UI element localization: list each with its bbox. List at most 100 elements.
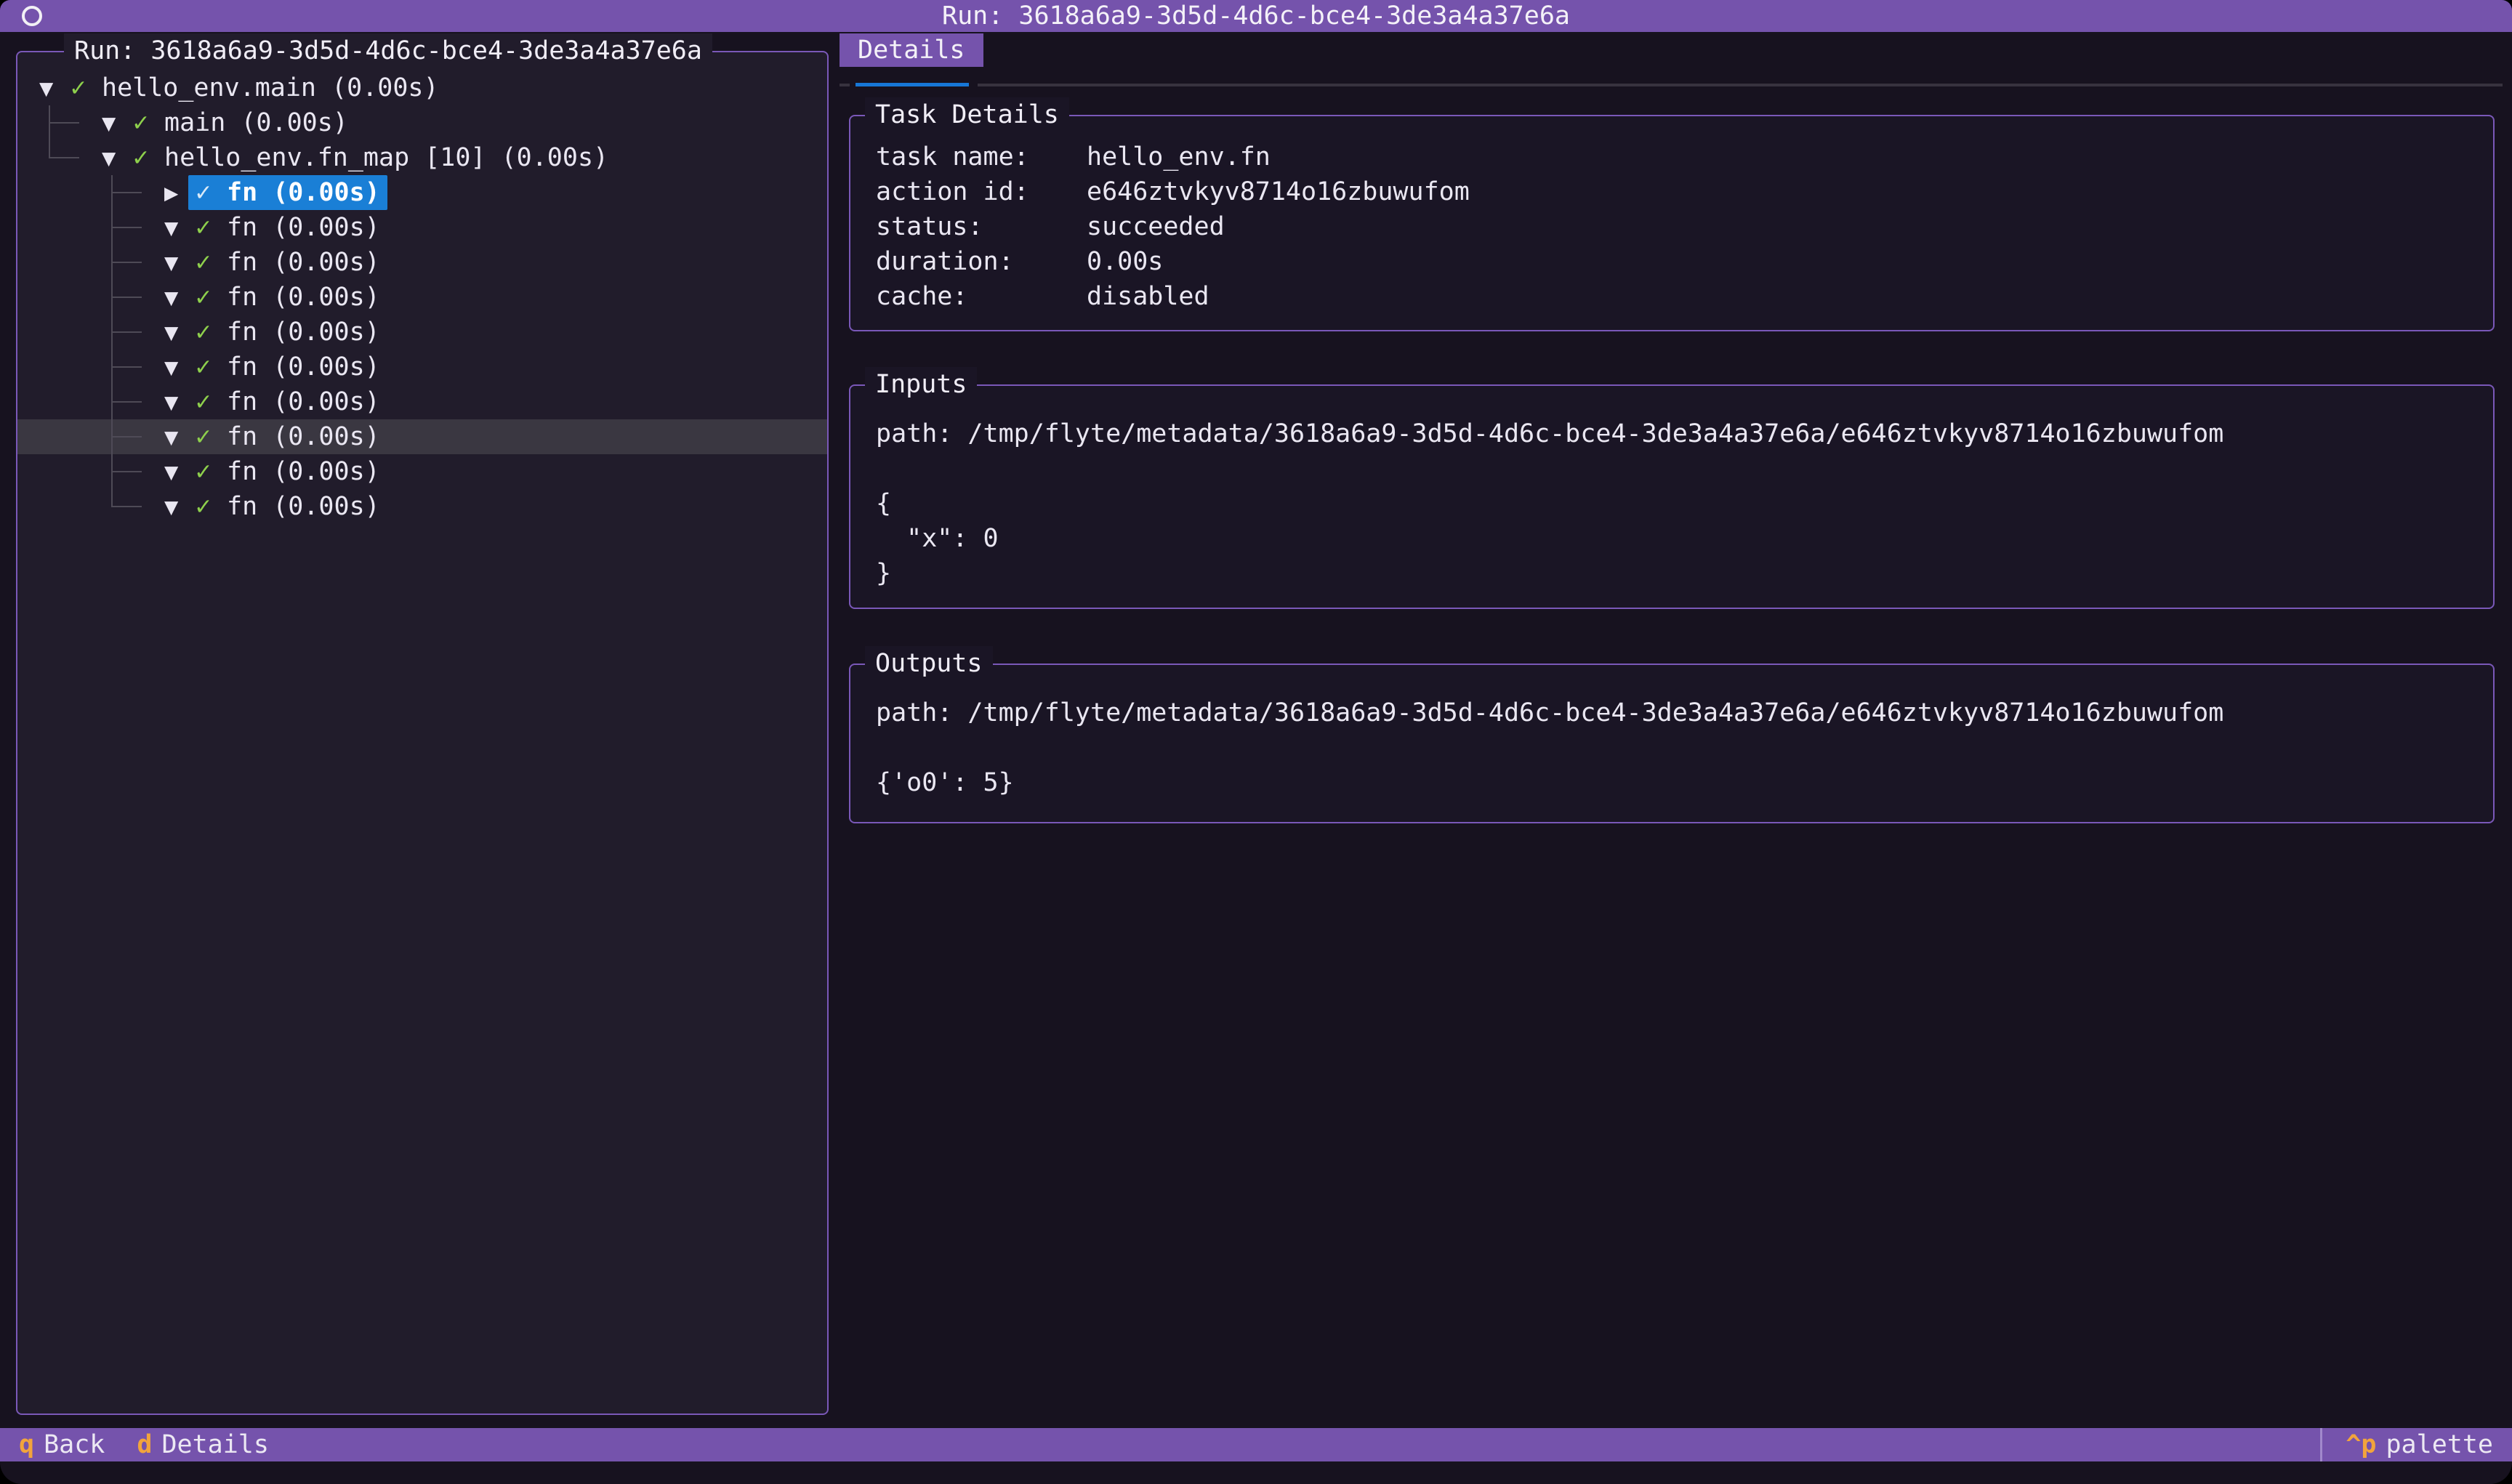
success-check-icon: ✓ bbox=[196, 457, 220, 486]
tree-row-fn[interactable]: ▼ ✓fn (0.00s) bbox=[17, 245, 827, 280]
tree-row-fn[interactable]: ▼ ✓fn (0.00s) bbox=[17, 489, 827, 524]
action-id-label: action id: bbox=[876, 174, 1087, 209]
success-check-icon: ✓ bbox=[196, 352, 220, 382]
tree-row-fn[interactable]: ▼ ✓fn (0.00s) bbox=[17, 210, 827, 245]
success-check-icon: ✓ bbox=[196, 213, 220, 242]
run-tree-panel-title: Run: 3618a6a9-3d5d-4d6c-bce4-3de3a4a37e6… bbox=[64, 33, 712, 68]
tree-guide bbox=[102, 350, 164, 384]
tree-row-label: fn (0.00s) bbox=[227, 352, 380, 382]
task-detail-row: duration: 0.00s bbox=[876, 244, 2479, 279]
hotkey-q[interactable]: q bbox=[19, 1430, 34, 1459]
status-value: succeeded bbox=[1087, 209, 1225, 244]
tree-row-label: fn (0.00s) bbox=[227, 248, 380, 277]
duration-value: 0.00s bbox=[1087, 244, 1163, 279]
footer-divider bbox=[2320, 1428, 2322, 1461]
tree-indent bbox=[39, 210, 102, 245]
tree-row-fn[interactable]: ▼ ✓fn (0.00s) bbox=[17, 350, 827, 384]
tree-row-fn[interactable]: ▼ ✓fn (0.00s) bbox=[17, 280, 827, 315]
inputs-path: path: /tmp/flyte/metadata/3618a6a9-3d5d-… bbox=[876, 416, 2479, 451]
footer-bar: q Back d Details ^p palette bbox=[0, 1428, 2512, 1461]
tree-row-fn[interactable]: ▼ ✓fn (0.00s) bbox=[17, 454, 827, 489]
task-details-title: Task Details bbox=[865, 97, 1069, 132]
tree-indent bbox=[39, 175, 102, 210]
footer-palette-hint[interactable]: ^p palette bbox=[2320, 1428, 2493, 1461]
outputs-value: {'o0': 5} bbox=[876, 765, 2479, 800]
inputs-json-line: { bbox=[876, 486, 2479, 521]
tree-indent bbox=[39, 384, 102, 419]
tree-row-label: fn (0.00s) bbox=[227, 178, 380, 207]
tree-indent bbox=[39, 454, 102, 489]
tab-underline bbox=[840, 83, 2503, 86]
success-check-icon: ✓ bbox=[196, 248, 220, 277]
footer-hint-details[interactable]: d Details bbox=[137, 1430, 269, 1459]
hint-details-label: Details bbox=[161, 1430, 269, 1459]
tree-indent bbox=[39, 489, 102, 524]
tree-row-fn[interactable]: ▼ ✓fn (0.00s) bbox=[17, 384, 827, 419]
tree-row-fn-hovered[interactable]: ▼ ✓fn (0.00s) bbox=[17, 419, 827, 454]
tree-row-label: fn (0.00s) bbox=[227, 422, 380, 451]
success-check-icon: ✓ bbox=[133, 143, 157, 172]
run-tree-panel: Run: 3618a6a9-3d5d-4d6c-bce4-3de3a4a37e6… bbox=[16, 51, 829, 1415]
inputs-title: Inputs bbox=[865, 367, 977, 402]
success-check-icon: ✓ bbox=[196, 283, 220, 312]
tree-indent bbox=[39, 245, 102, 280]
tree-indent bbox=[39, 315, 102, 350]
tree-guide bbox=[102, 280, 164, 315]
tree-row-label: hello_env.fn_map [10] (0.00s) bbox=[164, 143, 608, 172]
hint-palette-label: palette bbox=[2386, 1430, 2493, 1459]
success-check-icon: ✓ bbox=[71, 73, 94, 102]
task-detail-row: action id: e646ztvkyv8714o16zbuwufom bbox=[876, 174, 2479, 209]
outputs-title: Outputs bbox=[865, 646, 993, 681]
inputs-box: Inputs path: /tmp/flyte/metadata/3618a6a… bbox=[849, 384, 2495, 609]
cache-value: disabled bbox=[1087, 279, 1209, 314]
footer-hint-back[interactable]: q Back bbox=[19, 1430, 105, 1459]
hotkey-d[interactable]: d bbox=[137, 1430, 152, 1459]
spacer bbox=[876, 730, 2479, 765]
tab-details[interactable]: Details bbox=[840, 33, 983, 67]
status-label: status: bbox=[876, 209, 1087, 244]
tree-row-main[interactable]: ▼ ✓main (0.00s) bbox=[17, 105, 827, 140]
success-check-icon: ✓ bbox=[196, 492, 220, 521]
tree-row-label: fn (0.00s) bbox=[227, 283, 380, 312]
tab-active-indicator bbox=[856, 83, 969, 86]
tree-row-label: fn (0.00s) bbox=[227, 457, 380, 486]
tree-row-label: fn (0.00s) bbox=[227, 492, 380, 521]
success-check-icon: ✓ bbox=[196, 318, 220, 347]
task-detail-row: cache: disabled bbox=[876, 279, 2479, 314]
spacer bbox=[876, 451, 2479, 486]
tree-guide bbox=[39, 140, 102, 175]
tree-indent bbox=[39, 280, 102, 315]
tab-underline-segment bbox=[978, 84, 2503, 86]
tree-row-label: fn (0.00s) bbox=[227, 213, 380, 242]
app-window: Run: 3618a6a9-3d5d-4d6c-bce4-3de3a4a37e6… bbox=[0, 0, 2512, 1484]
tree-row-fn-map[interactable]: ▼ ✓hello_env.fn_map [10] (0.00s) bbox=[17, 140, 827, 175]
tree-row-label: fn (0.00s) bbox=[227, 387, 380, 416]
task-details-box: Task Details task name: hello_env.fn act… bbox=[849, 115, 2495, 331]
tree-row-fn-selected[interactable]: ▶ ✓fn (0.00s) bbox=[17, 175, 827, 210]
tree-guide bbox=[102, 175, 164, 210]
action-id-value: e646ztvkyv8714o16zbuwufom bbox=[1087, 174, 1470, 209]
outputs-path: path: /tmp/flyte/metadata/3618a6a9-3d5d-… bbox=[876, 695, 2479, 730]
header-title: Run: 3618a6a9-3d5d-4d6c-bce4-3de3a4a37e6… bbox=[942, 1, 1570, 31]
tree-guide bbox=[102, 419, 164, 454]
task-name-label: task name: bbox=[876, 140, 1087, 174]
tree-guide bbox=[39, 105, 102, 140]
cache-label: cache: bbox=[876, 279, 1087, 314]
hotkey-ctrl-p[interactable]: ^p bbox=[2346, 1430, 2376, 1459]
header-circle-icon[interactable] bbox=[22, 6, 42, 26]
tree-indent bbox=[39, 419, 102, 454]
success-check-icon: ✓ bbox=[196, 422, 220, 451]
tree-indent bbox=[39, 350, 102, 384]
tree-guide bbox=[102, 454, 164, 489]
tree-row-label: main (0.00s) bbox=[164, 108, 348, 137]
task-detail-row: status: succeeded bbox=[876, 209, 2479, 244]
tree-row-root[interactable]: ▼ ✓hello_env.main (0.00s) bbox=[17, 70, 827, 105]
inputs-json-line: } bbox=[876, 556, 2479, 591]
tree-guide bbox=[102, 245, 164, 280]
task-detail-row: task name: hello_env.fn bbox=[876, 140, 2479, 174]
run-tree: ▼ ✓hello_env.main (0.00s) ▼ ✓main (0.00s… bbox=[17, 52, 827, 524]
outputs-box: Outputs path: /tmp/flyte/metadata/3618a6… bbox=[849, 664, 2495, 823]
tree-row-fn[interactable]: ▼ ✓fn (0.00s) bbox=[17, 315, 827, 350]
tree-guide bbox=[102, 384, 164, 419]
inputs-json-line: "x": 0 bbox=[876, 521, 2479, 556]
